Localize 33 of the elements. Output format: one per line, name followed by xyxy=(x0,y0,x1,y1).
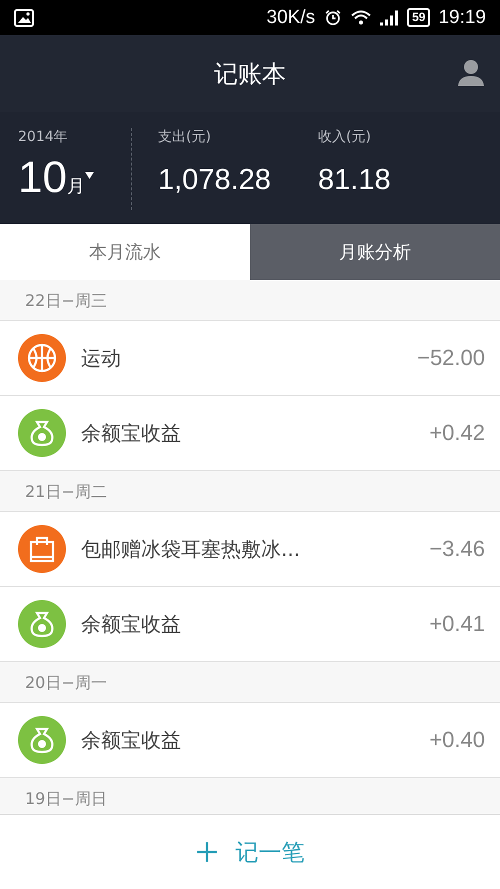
wifi-icon xyxy=(351,9,372,26)
transaction-amount: +0.42 xyxy=(429,420,485,446)
transaction-title: 余额宝收益 xyxy=(81,610,182,638)
plus-icon xyxy=(196,841,218,863)
transaction-title: 余额宝收益 xyxy=(81,420,182,446)
app-title: 记账本 xyxy=(214,58,286,90)
transaction-amount: +0.41 xyxy=(429,611,485,637)
caret-icon xyxy=(84,172,94,179)
transaction-amount: +0.40 xyxy=(429,727,485,753)
income-amount: 81.18 xyxy=(318,164,391,197)
transaction-row[interactable]: 运动 −52.00 xyxy=(0,321,500,396)
transaction-amount: −3.46 xyxy=(429,536,485,562)
transaction-amount: −52.00 xyxy=(417,345,485,371)
expense-label: 支出(元) xyxy=(158,128,212,146)
transaction-row[interactable]: 包邮赠冰袋耳塞热敷冰... −3.46 xyxy=(0,512,500,587)
clock-time: 19:19 xyxy=(438,6,486,28)
transaction-title: 余额宝收益 xyxy=(81,726,182,754)
image-icon xyxy=(14,8,34,26)
signal-icon xyxy=(379,9,400,26)
transaction-row[interactable]: 余额宝收益 +0.41 xyxy=(0,587,500,662)
transaction-title: 包邮赠冰袋耳塞热敷冰... xyxy=(81,536,302,562)
user-avatar-icon[interactable] xyxy=(456,57,486,87)
transaction-row[interactable]: 余额宝收益 +0.42 xyxy=(0,396,500,471)
income-label: 收入(元) xyxy=(318,128,372,146)
tab[interactable]: 月账分析 xyxy=(250,224,500,280)
transaction-title: 运动 xyxy=(81,344,122,372)
alarm-icon xyxy=(323,9,344,26)
battery-indicator: 59 xyxy=(407,8,430,27)
month-selector[interactable]: 10月 xyxy=(18,156,131,200)
transaction-row[interactable]: 余额宝收益 +0.40 xyxy=(0,703,500,778)
expense-amount: 1,078.28 xyxy=(158,164,272,197)
year-label: 2014年 xyxy=(18,128,69,146)
network-speed: 30K/s xyxy=(266,6,316,28)
